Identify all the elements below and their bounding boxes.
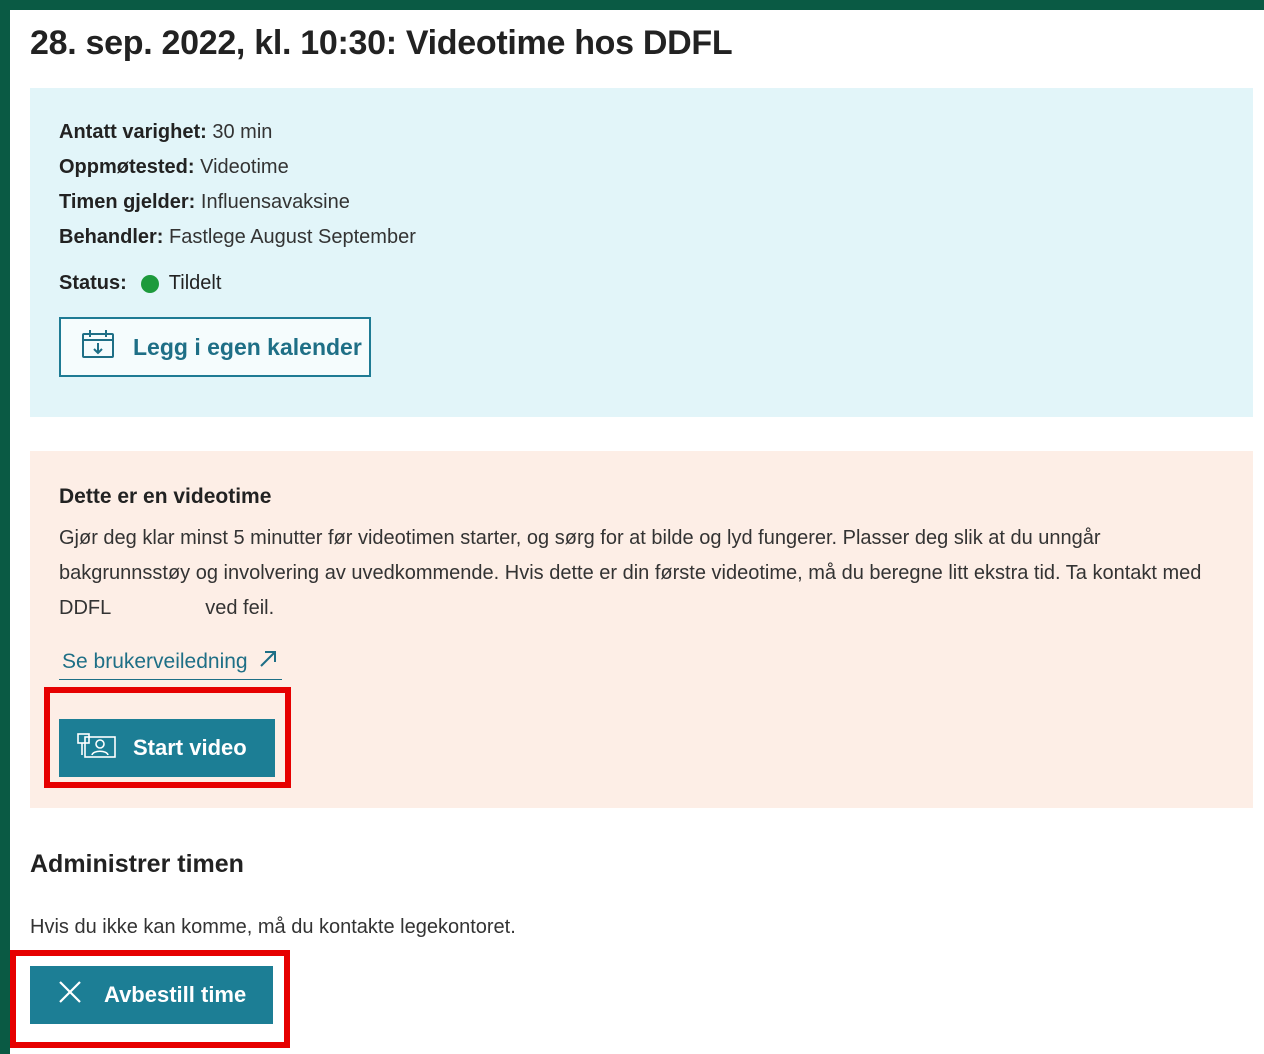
add-to-calendar-label: Legg i egen kalender	[133, 333, 362, 360]
admin-text: Hvis du ikke kan komme, må du kontakte l…	[30, 916, 516, 938]
location-value: Videotime	[200, 156, 289, 178]
status-value: Tildelt	[168, 272, 222, 294]
page-title: 28. sep. 2022, kl. 10:30: Videotime hos …	[30, 24, 733, 62]
appointment-details: Antatt varighet: 30 min Oppmøtested: Vid…	[30, 88, 1253, 417]
duration-label: Antatt varighet:	[59, 121, 207, 143]
practitioner-value: Fastlege August September	[169, 226, 416, 248]
regarding-line: Timen gjelder: Influensavaksine	[59, 191, 350, 214]
video-instructions: Gjør deg klar minst 5 minutter før video…	[59, 521, 1219, 626]
user-guide-link[interactable]: Se brukerveiledning	[59, 649, 282, 680]
highlight-cancel	[10, 950, 290, 1048]
external-link-icon	[248, 649, 278, 675]
location-label: Oppmøtested:	[59, 156, 195, 178]
user-guide-label: Se brukerveiledning	[62, 650, 248, 673]
practitioner-line: Behandler: Fastlege August September	[59, 226, 416, 249]
location-line: Oppmøtested: Videotime	[59, 156, 289, 179]
appointment-page: 28. sep. 2022, kl. 10:30: Videotime hos …	[10, 10, 1264, 1054]
duration-line: Antatt varighet: 30 min	[59, 121, 272, 144]
regarding-value: Influensavaksine	[200, 191, 350, 213]
admin-heading: Administrer timen	[30, 850, 244, 878]
regarding-label: Timen gjelder:	[59, 191, 196, 213]
duration-value: 30 min	[212, 121, 273, 143]
practitioner-label: Behandler:	[59, 226, 164, 248]
video-instructions-end: ved feil.	[205, 597, 275, 619]
status-label: Status:	[59, 272, 127, 294]
video-heading: Dette er en videotime	[59, 485, 272, 508]
add-to-calendar-button[interactable]: Legg i egen kalender	[59, 317, 371, 377]
highlight-start-video	[44, 687, 291, 788]
calendar-download-icon	[81, 329, 133, 365]
status-dot-icon	[140, 274, 159, 293]
status-line: Status: Tildelt	[59, 272, 221, 295]
